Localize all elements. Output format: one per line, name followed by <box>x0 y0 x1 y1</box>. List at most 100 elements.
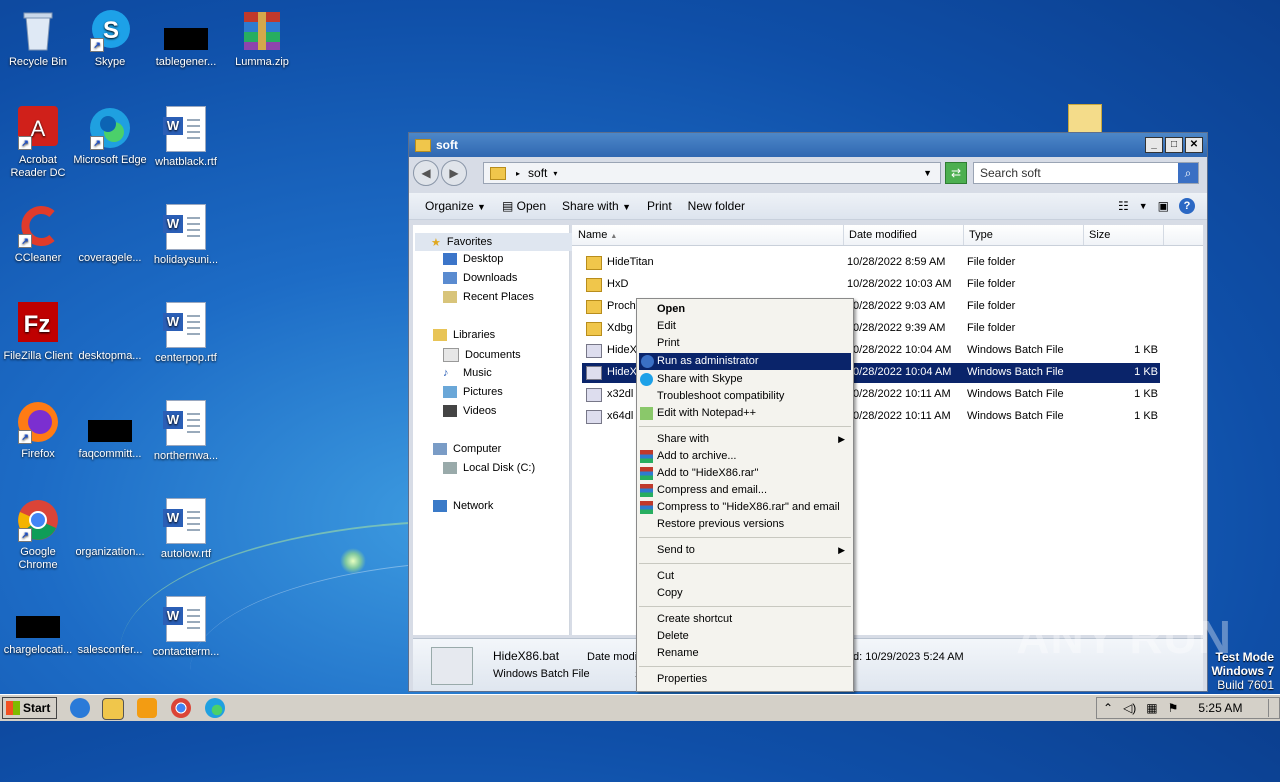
start-button[interactable]: Start <box>2 697 57 719</box>
menu-item-notepad[interactable]: Edit with Notepad++ <box>640 405 849 422</box>
menu-item-add-archive[interactable]: Add to archive... <box>640 448 849 465</box>
explorer-icon[interactable] <box>102 698 124 720</box>
menu-item-share-skype[interactable]: Share with Skype <box>640 371 849 388</box>
address-field[interactable]: ▸ soft ▾ ▼ <box>483 162 941 184</box>
file-row[interactable]: HxD 10/28/2022 10:03 AM File folder <box>582 275 1160 295</box>
desktop-icon-organization[interactable]: organization... <box>72 498 148 559</box>
minimize-button[interactable]: _ <box>1145 137 1163 153</box>
menu-label: Share with Skype <box>657 373 743 385</box>
nav-favorites[interactable]: ★ Favorites <box>415 233 581 251</box>
close-button[interactable]: ✕ <box>1185 137 1203 153</box>
flag-icon[interactable]: ⚑ <box>1168 701 1179 715</box>
disk-icon <box>443 462 457 474</box>
file-date: 0/28/2022 10:11 AM <box>853 410 951 422</box>
menu-item-open[interactable]: Open <box>657 301 849 318</box>
column-size[interactable]: Size <box>1083 225 1164 245</box>
nav-computer[interactable]: Computer <box>433 443 501 455</box>
desktop-icon-chrome[interactable]: ↗ Google Chrome <box>0 498 76 572</box>
menu-item-properties[interactable]: Properties <box>657 671 849 688</box>
nav-recent[interactable]: Recent Places <box>443 291 534 303</box>
desktop-icon-firefox[interactable]: ↗ Firefox <box>0 400 76 461</box>
menu-item-copy[interactable]: Copy <box>657 585 849 602</box>
sort-up-icon: ▲ <box>610 233 618 240</box>
nav-downloads[interactable]: Downloads <box>443 272 517 284</box>
menu-item-compress-rar-email[interactable]: Compress to "HideX86.rar" and email <box>640 499 849 516</box>
share-with-button[interactable]: Share with ▼ <box>554 199 639 213</box>
search-icon[interactable]: ⌕ <box>1178 163 1198 183</box>
menu-item-run-as-admin[interactable]: Run as administrator <box>639 353 851 370</box>
search-input[interactable]: Search soft ⌕ <box>973 162 1199 184</box>
open-button[interactable]: ▤ Open <box>494 199 554 213</box>
edge-icon[interactable] <box>205 698 225 718</box>
column-name[interactable]: Name ▲ <box>572 225 844 245</box>
desktop-icon-holidaysuni[interactable]: W holidaysuni... <box>148 204 224 267</box>
desktop-icon-skype[interactable]: S ↗ Skype <box>72 8 148 69</box>
desktop-icon-salesconfer[interactable]: salesconfer... <box>72 596 148 657</box>
desktop-icon-tablegener[interactable]: tablegener... <box>148 8 224 69</box>
menu-item-compress-email[interactable]: Compress and email... <box>640 482 849 499</box>
desktop-icon-centerpop[interactable]: W centerpop.rtf <box>148 302 224 365</box>
view-options-icon[interactable]: ☷ <box>1118 199 1129 213</box>
nav-libraries[interactable]: Libraries <box>433 329 495 341</box>
nav-documents[interactable]: Documents <box>443 348 521 362</box>
file-row[interactable]: HideTitan 10/28/2022 8:59 AM File folder <box>582 253 1160 273</box>
file-type: Windows Batch File <box>967 366 1064 378</box>
share-with-label: Share with <box>562 199 619 213</box>
desktop-icon-filezilla[interactable]: Fz FileZilla Client <box>0 302 76 363</box>
preview-pane-icon[interactable]: ▣ <box>1158 199 1169 213</box>
nav-music[interactable]: ♪ Music <box>443 367 492 379</box>
menu-item-troubleshoot[interactable]: Troubleshoot compatibility <box>657 388 849 405</box>
desktop-icon-ccleaner[interactable]: ↗ CCleaner <box>0 204 76 265</box>
chrome-icon[interactable] <box>171 698 191 718</box>
desktop-icon-edge[interactable]: ↗ Microsoft Edge <box>72 106 148 167</box>
menu-item-send-to[interactable]: Send to ▶ <box>657 542 849 559</box>
desktop-icon-recycle-bin[interactable]: Recycle Bin <box>0 8 76 69</box>
organize-button[interactable]: Organize ▼ <box>417 199 494 213</box>
taskbar: Start ⌃ ◁) ▦ ⚑ 5:25 AM <box>0 694 1280 721</box>
title-bar[interactable]: soft _ □ ✕ <box>409 133 1207 157</box>
show-desktop-button[interactable] <box>1268 699 1279 717</box>
network-icon[interactable]: ▦ <box>1146 701 1157 715</box>
file-date: 0/28/2022 9:39 AM <box>853 322 946 334</box>
column-type[interactable]: Type <box>963 225 1084 245</box>
nav-network[interactable]: Network <box>433 500 493 512</box>
desktop-icon-contactterm[interactable]: W contactterm... <box>148 596 224 659</box>
column-date[interactable]: Date modified <box>843 225 964 245</box>
nav-videos[interactable]: Videos <box>443 405 496 417</box>
menu-item-cut[interactable]: Cut <box>657 568 849 585</box>
volume-icon[interactable]: ◁) <box>1123 701 1136 715</box>
clock[interactable]: 5:25 AM <box>1198 701 1242 715</box>
back-button[interactable]: ◀ <box>413 160 439 186</box>
menu-item-print[interactable]: Print <box>657 335 849 352</box>
desktop-icon-whatblack[interactable]: W whatblack.rtf <box>148 106 224 169</box>
desktop-icon-chargelocati[interactable]: chargelocati... <box>0 596 76 657</box>
nav-local-disk[interactable]: Local Disk (C:) <box>443 462 535 474</box>
desktop-icon-acrobat[interactable]: A ↗ Acrobat Reader DC <box>0 106 76 180</box>
desktop-icon-lumma-zip[interactable]: Lumma.zip <box>224 8 300 69</box>
address-history-dropdown[interactable]: ▼ <box>923 168 932 178</box>
desktop-icon-coveragele[interactable]: coveragele... <box>72 204 148 265</box>
forward-button[interactable]: ▶ <box>441 160 467 186</box>
menu-item-share-with[interactable]: Share with ▶ <box>657 431 849 448</box>
chevron-down-icon[interactable]: ▼ <box>1139 201 1148 211</box>
menu-item-add-rar[interactable]: Add to "HideX86.rar" <box>640 465 849 482</box>
desktop-icon-northernwa[interactable]: W northernwa... <box>148 400 224 463</box>
desktop-icon-faqcommitt[interactable]: faqcommitt... <box>72 400 148 461</box>
desktop-icon-desktopma[interactable]: desktopma... <box>72 302 148 363</box>
maximize-button[interactable]: □ <box>1165 137 1183 153</box>
media-player-icon[interactable] <box>137 698 157 718</box>
menu-item-restore[interactable]: Restore previous versions <box>657 516 849 533</box>
nav-pictures[interactable]: Pictures <box>443 386 503 398</box>
menu-item-create-shortcut[interactable]: Create shortcut <box>657 611 849 628</box>
refresh-button[interactable]: ⇄ <box>945 162 967 184</box>
print-button[interactable]: Print <box>639 199 680 213</box>
menu-item-rename[interactable]: Rename <box>657 645 849 662</box>
nav-desktop[interactable]: Desktop <box>443 253 503 265</box>
menu-item-delete[interactable]: Delete <box>657 628 849 645</box>
chevron-up-icon[interactable]: ⌃ <box>1103 701 1113 715</box>
new-folder-button[interactable]: New folder <box>680 199 753 213</box>
help-icon[interactable]: ? <box>1179 198 1195 214</box>
menu-item-edit[interactable]: Edit <box>657 318 849 335</box>
desktop-icon-autolow[interactable]: W autolow.rtf <box>148 498 224 561</box>
ie-icon[interactable] <box>70 698 90 718</box>
